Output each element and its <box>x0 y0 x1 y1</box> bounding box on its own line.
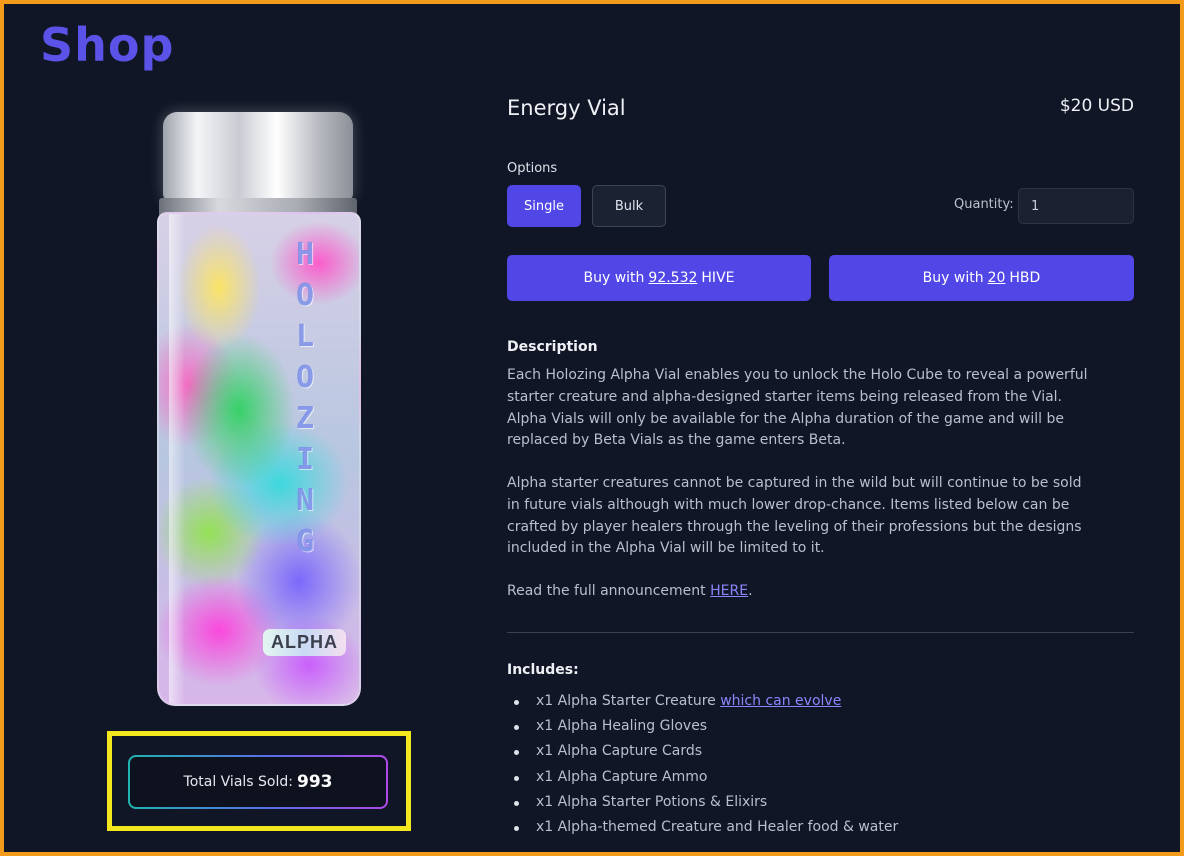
buy-hive-prefix: Buy with <box>583 270 645 286</box>
description-title: Description <box>507 339 598 355</box>
total-sold-inner: Total Vials Sold: 993 <box>130 757 386 807</box>
vial-letter: N <box>295 483 315 518</box>
vial-letter: L <box>295 319 315 354</box>
announcement-text: Read the full announcement <box>507 583 706 599</box>
product-name: Energy Vial <box>507 96 626 120</box>
option-bulk-button[interactable]: Bulk <box>592 185 666 227</box>
vial-letter: O <box>295 278 315 313</box>
list-item: x1 Alpha Starter Creature which can evol… <box>507 689 898 714</box>
total-sold-label: Total Vials Sold: <box>183 774 293 790</box>
quantity-value: 1 <box>1031 198 1040 214</box>
product-price: $20 USD <box>1059 96 1134 116</box>
buy-with-hbd-button[interactable]: Buy with 20 HBD <box>829 255 1134 301</box>
list-item-text: x1 Alpha-themed Creature and Healer food… <box>536 818 899 835</box>
vial-product-image: H O L O Z I N G ALPHA <box>155 112 365 706</box>
total-sold-count: 993 <box>296 772 333 792</box>
total-sold-box: Total Vials Sold: 993 <box>128 755 388 809</box>
vial-letter: I <box>295 442 315 477</box>
list-item: x1 Alpha Capture Ammo <box>507 765 898 790</box>
list-item: x1 Alpha-themed Creature and Healer food… <box>507 815 898 840</box>
buy-hive-currency: HIVE <box>701 270 735 286</box>
vial-letter: O <box>295 360 315 395</box>
list-item-text: x1 Alpha Capture Cards <box>536 743 703 760</box>
list-item: x1 Alpha Starter Potions & Elixirs <box>507 790 898 815</box>
buy-hive-amount: 92.532 <box>648 270 698 286</box>
list-item-text: x1 Alpha Healing Gloves <box>536 718 708 735</box>
option-single-button[interactable]: Single <box>507 185 581 227</box>
buy-hbd-prefix: Buy with <box>922 270 984 286</box>
buy-hbd-currency: HBD <box>1009 270 1041 286</box>
alpha-badge: ALPHA <box>263 629 346 656</box>
vial-body: H O L O Z I N G ALPHA <box>157 212 361 706</box>
options-label: Options <box>507 161 558 176</box>
section-divider <box>507 632 1134 633</box>
vial-letter: Z <box>295 401 315 436</box>
vial-letter: G <box>295 524 315 559</box>
list-item: x1 Alpha Healing Gloves <box>507 714 898 739</box>
evolve-link[interactable]: which can evolve <box>720 693 841 709</box>
buy-with-hive-button[interactable]: Buy with 92.532 HIVE <box>507 255 811 301</box>
announcement-link[interactable]: HERE <box>710 583 748 599</box>
vial-letter: H <box>295 237 315 272</box>
quantity-input[interactable]: 1 <box>1018 188 1134 224</box>
vial-cap <box>163 112 353 200</box>
announcement-suffix: . <box>748 583 753 599</box>
list-item-text: x1 Alpha Capture Ammo <box>536 768 708 785</box>
announcement-paragraph: Read the full announcement HERE. <box>507 581 1097 603</box>
description-paragraph: Alpha starter creatures cannot be captur… <box>507 475 1082 557</box>
page-title: Shop <box>40 18 175 72</box>
includes-title: Includes: <box>507 662 579 678</box>
list-item-text: x1 Alpha Starter Creature <box>536 693 716 709</box>
quantity-label: Quantity: <box>954 197 1014 212</box>
includes-list: x1 Alpha Starter Creature which can evol… <box>507 689 898 840</box>
description-paragraph: Each Holozing Alpha Vial enables you to … <box>507 367 1088 449</box>
list-item-text: x1 Alpha Starter Potions & Elixirs <box>536 793 768 810</box>
vial-shine <box>169 214 185 704</box>
buy-hbd-amount: 20 <box>987 270 1006 286</box>
list-item: x1 Alpha Capture Cards <box>507 739 898 764</box>
vial-holozing-lettering: H O L O Z I N G <box>287 234 323 562</box>
